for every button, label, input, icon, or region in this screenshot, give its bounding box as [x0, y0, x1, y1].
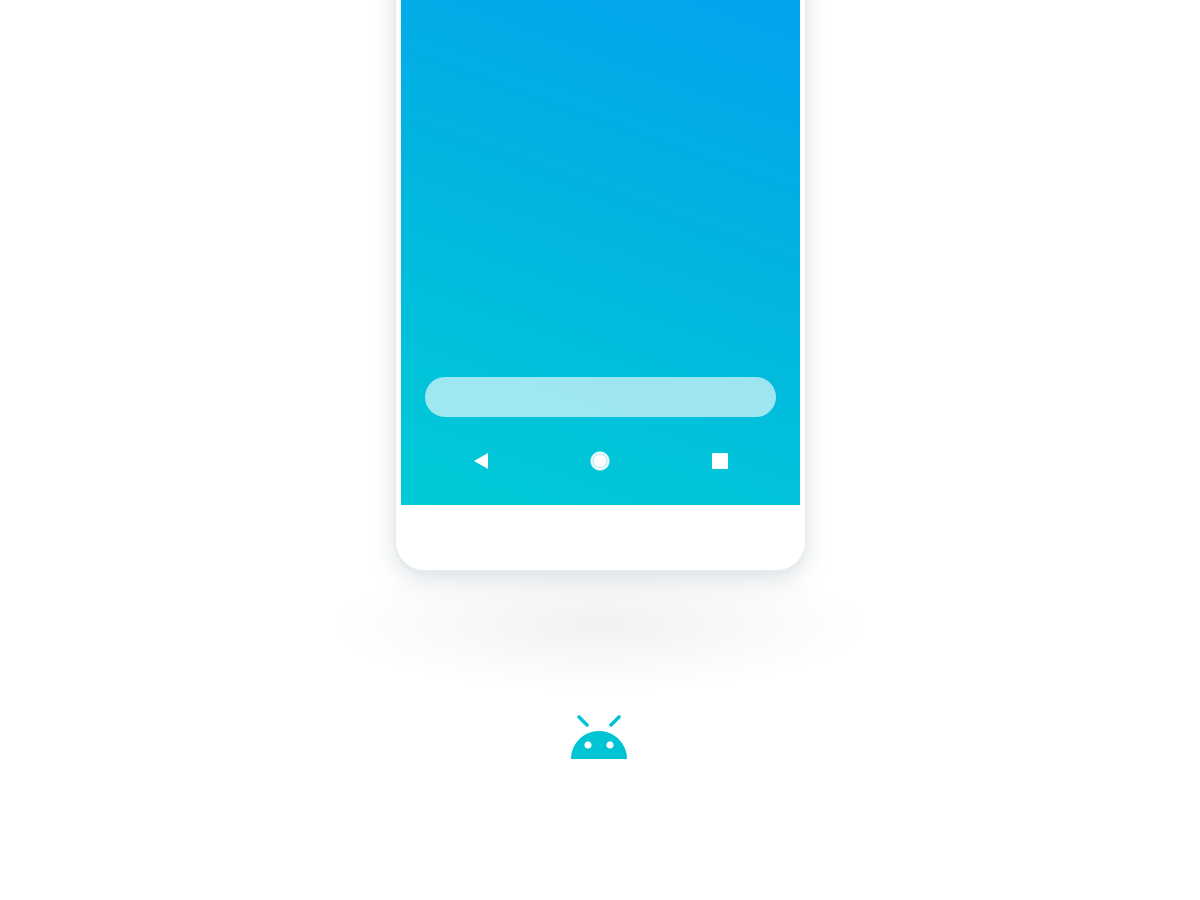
recents-square-icon	[712, 453, 728, 469]
home-circle-icon	[590, 451, 610, 471]
page-canvas	[0, 0, 1200, 900]
search-bar[interactable]	[425, 377, 776, 417]
android-logo	[569, 712, 629, 760]
back-button[interactable]	[460, 440, 502, 482]
recents-button[interactable]	[699, 440, 741, 482]
phone-frame	[396, 0, 805, 570]
phone-floor-shadow	[340, 560, 860, 690]
home-button[interactable]	[579, 440, 621, 482]
back-triangle-icon	[474, 453, 488, 469]
system-navigation-bar	[401, 440, 800, 482]
android-robot-head-icon	[571, 715, 627, 759]
phone-screen	[401, 0, 800, 505]
